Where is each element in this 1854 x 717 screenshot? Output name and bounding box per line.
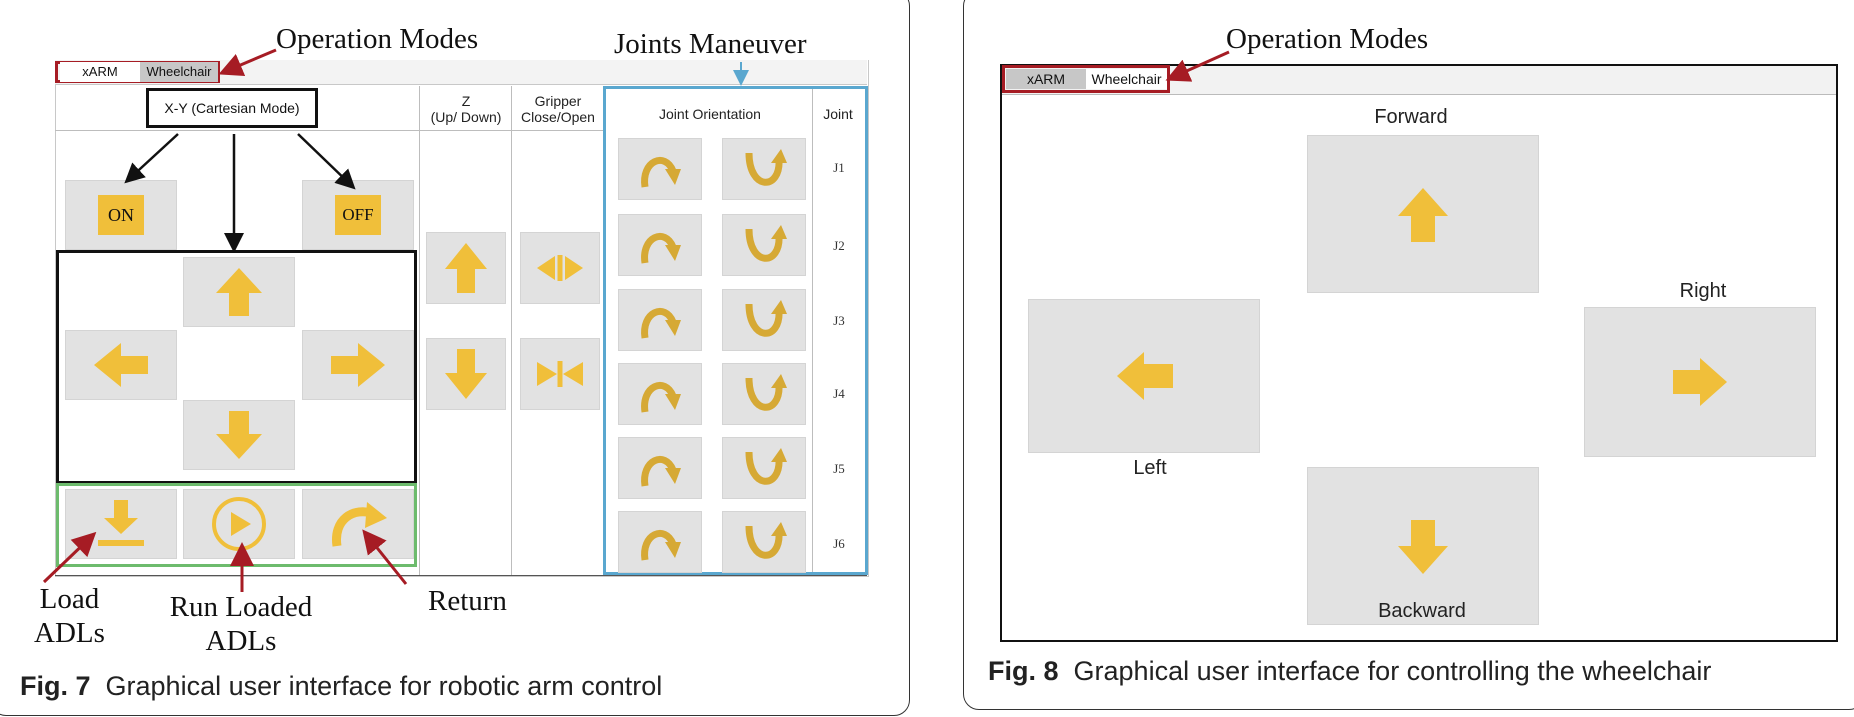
arrow-down-icon: [216, 411, 262, 459]
xarm-window-bottom: [55, 575, 867, 576]
arrow-right-icon: [331, 343, 385, 387]
col-sep-2: [511, 86, 512, 575]
left-label: Left: [1133, 457, 1167, 479]
j3-ccw-button[interactable]: [618, 289, 702, 351]
joint-label-j5: J5: [833, 461, 845, 476]
j6-ccw-button[interactable]: [618, 511, 702, 573]
rotate-cw-icon: [641, 455, 681, 487]
gripper-close-button[interactable]: [520, 338, 600, 410]
xy-up-button[interactable]: [183, 257, 295, 327]
j2-ccw-button[interactable]: [618, 214, 702, 276]
gripper-header-line1: Gripper: [534, 93, 582, 109]
on-button[interactable]: ON: [65, 180, 177, 250]
rotate-cw-icon: [641, 307, 681, 339]
rotate-ccw-icon: [745, 522, 787, 559]
col-sep-1: [419, 86, 420, 575]
return-annotation: Return: [428, 585, 507, 617]
forward-label: Forward: [1374, 106, 1448, 128]
joints-maneuver-annotation: Joints Maneuver: [614, 28, 807, 60]
return-button[interactable]: [302, 489, 414, 559]
gripper-header: Gripper Close/Open: [512, 93, 604, 125]
play-icon: [212, 497, 266, 551]
fig8-caption-text: Graphical user interface for controlling…: [1073, 656, 1712, 686]
load-annotation-line2: ADLs: [34, 617, 105, 649]
rotate-cw-icon: [641, 381, 681, 413]
gripper-close-icon: [537, 361, 583, 387]
j4-ccw-button[interactable]: [618, 363, 702, 425]
load-annotation-line1: Load: [39, 583, 100, 615]
header-sep: [55, 130, 605, 131]
forward-button[interactable]: [1307, 135, 1539, 293]
fig8-caption: Fig. 8 Graphical user interface for cont…: [988, 656, 1711, 687]
right-button[interactable]: [1584, 307, 1816, 457]
z-header-line2: (Up/ Down): [430, 109, 502, 125]
xy-right-button[interactable]: [302, 330, 414, 400]
z-header-line1: Z: [461, 93, 471, 109]
arrow-up-icon: [1398, 188, 1448, 242]
load-adls-annotation: Load ADLs: [34, 582, 105, 650]
z-up-button[interactable]: [426, 232, 506, 304]
j1-cw-button[interactable]: [722, 138, 806, 200]
fig7-caption: Fig. 7 Graphical user interface for robo…: [20, 671, 662, 702]
rotate-cw-icon: [641, 156, 681, 188]
arrow-left-icon: [1117, 352, 1173, 400]
j6-cw-button[interactable]: [722, 511, 806, 573]
j5-cw-button[interactable]: [722, 437, 806, 499]
j4-cw-button[interactable]: [722, 363, 806, 425]
j3-cw-button[interactable]: [722, 289, 806, 351]
fig8-tab-xarm[interactable]: xARM: [1006, 69, 1086, 89]
xy-down-button[interactable]: [183, 400, 295, 470]
off-label: OFF: [335, 195, 381, 235]
rotate-ccw-icon: [745, 149, 787, 186]
arrow-right-icon: [1673, 358, 1727, 406]
tab-xarm[interactable]: xARM: [60, 62, 140, 82]
mode-box: X-Y (Cartesian Mode): [146, 88, 318, 128]
load-adls-button[interactable]: [65, 489, 177, 559]
rotate-ccw-icon: [745, 448, 787, 485]
gripper-header-line2: Close/Open: [521, 109, 595, 125]
rotate-cw-icon: [641, 529, 681, 561]
arrow-up-icon: [216, 268, 262, 316]
rotate-ccw-icon: [745, 300, 787, 337]
joint-label-j2: J2: [833, 238, 845, 253]
z-header: Z (Up/ Down): [420, 93, 512, 125]
fig7-caption-text: Graphical user interface for robotic arm…: [105, 671, 663, 701]
run-adls-annotation: Run Loaded ADLs: [148, 590, 334, 658]
rotate-ccw-icon: [745, 374, 787, 411]
j5-ccw-button[interactable]: [618, 437, 702, 499]
operation-modes-annotation: Operation Modes: [276, 23, 479, 55]
run-annotation-line2: ADLs: [205, 625, 277, 657]
joint-label-j3: J3: [833, 313, 845, 328]
run-annotation-line1: Run Loaded: [169, 591, 313, 623]
rotate-cw-icon: [641, 232, 681, 264]
arrow-up-icon: [445, 243, 487, 293]
j1-ccw-button[interactable]: [618, 138, 702, 200]
left-button[interactable]: [1028, 299, 1260, 453]
fig7-caption-label: Fig. 7: [20, 671, 91, 701]
joint-label-j6: J6: [833, 536, 845, 551]
joint-label-j4: J4: [833, 386, 845, 401]
gripper-open-icon: [537, 255, 583, 281]
arrow-down-icon: [445, 349, 487, 399]
tab-wheelchair[interactable]: Wheelchair: [140, 62, 218, 82]
rotate-ccw-icon: [745, 225, 787, 262]
fig8-operation-modes-annotation: Operation Modes: [1226, 23, 1429, 55]
fig8-tab-wheelchair[interactable]: Wheelchair: [1086, 69, 1167, 89]
backward-label: Backward: [1378, 600, 1466, 622]
run-adls-button[interactable]: [183, 489, 295, 559]
z-down-button[interactable]: [426, 338, 506, 410]
right-label: Right: [1679, 280, 1727, 302]
j2-cw-button[interactable]: [722, 214, 806, 276]
load-icon: [98, 500, 144, 546]
xy-left-button[interactable]: [65, 330, 177, 400]
off-button[interactable]: OFF: [302, 180, 414, 250]
gripper-open-button[interactable]: [520, 232, 600, 304]
on-label: ON: [98, 195, 144, 235]
return-icon: [332, 502, 387, 547]
arrow-left-icon: [94, 343, 148, 387]
fig8-caption-label: Fig. 8: [988, 656, 1059, 686]
joint-label-j1: J1: [833, 160, 845, 175]
